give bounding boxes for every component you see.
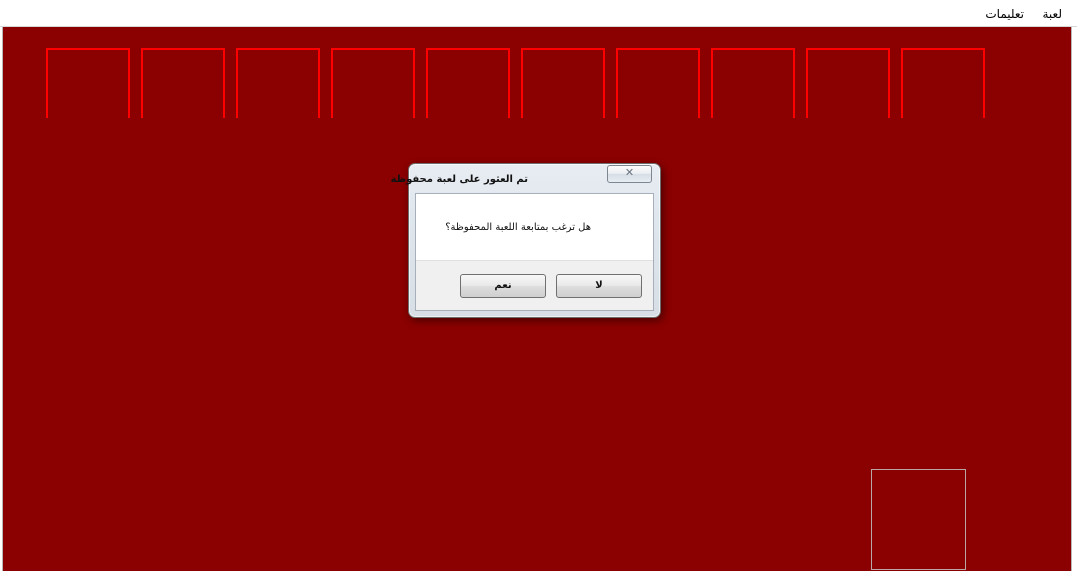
foundation-slot[interactable] [616,48,700,118]
foundation-slot[interactable] [236,48,320,118]
message-area: هل ترغب بمتابعة اللعبة المحفوظة؟ [416,194,653,261]
menu-bar: لعبة تعليمات [0,0,1077,27]
foundation-slot[interactable] [46,48,130,118]
foundation-slot[interactable] [521,48,605,118]
dialog-content: هل ترغب بمتابعة اللعبة المحفوظة؟ لا نعم [415,193,654,311]
saved-game-dialog: تم العثور على لعبة محفوظة ✕ هل ترغب بمتا… [391,163,661,318]
close-button[interactable]: ✕ [607,165,652,183]
foundation-slot[interactable] [806,48,890,118]
foundation-slot[interactable] [426,48,510,118]
menu-game[interactable]: لعبة [1043,7,1063,21]
no-button[interactable]: لا [556,274,642,298]
foundation-slot[interactable] [141,48,225,118]
yes-button[interactable]: نعم [460,274,546,298]
foundation-slot[interactable] [901,48,985,118]
foundation-slot[interactable] [331,48,415,118]
menu-instructions[interactable]: تعليمات [985,7,1024,21]
dialog-message: هل ترغب بمتابعة اللعبة المحفوظة؟ [445,222,591,233]
game-window: لعبة تعليمات تم العثور على لعبة محفوظة ✕… [0,0,1077,571]
foundation-slot[interactable] [711,48,795,118]
dialog-title: تم العثور على لعبة محفوظة [390,174,528,185]
stock-pile[interactable] [871,469,966,570]
close-icon: ✕ [624,166,635,179]
